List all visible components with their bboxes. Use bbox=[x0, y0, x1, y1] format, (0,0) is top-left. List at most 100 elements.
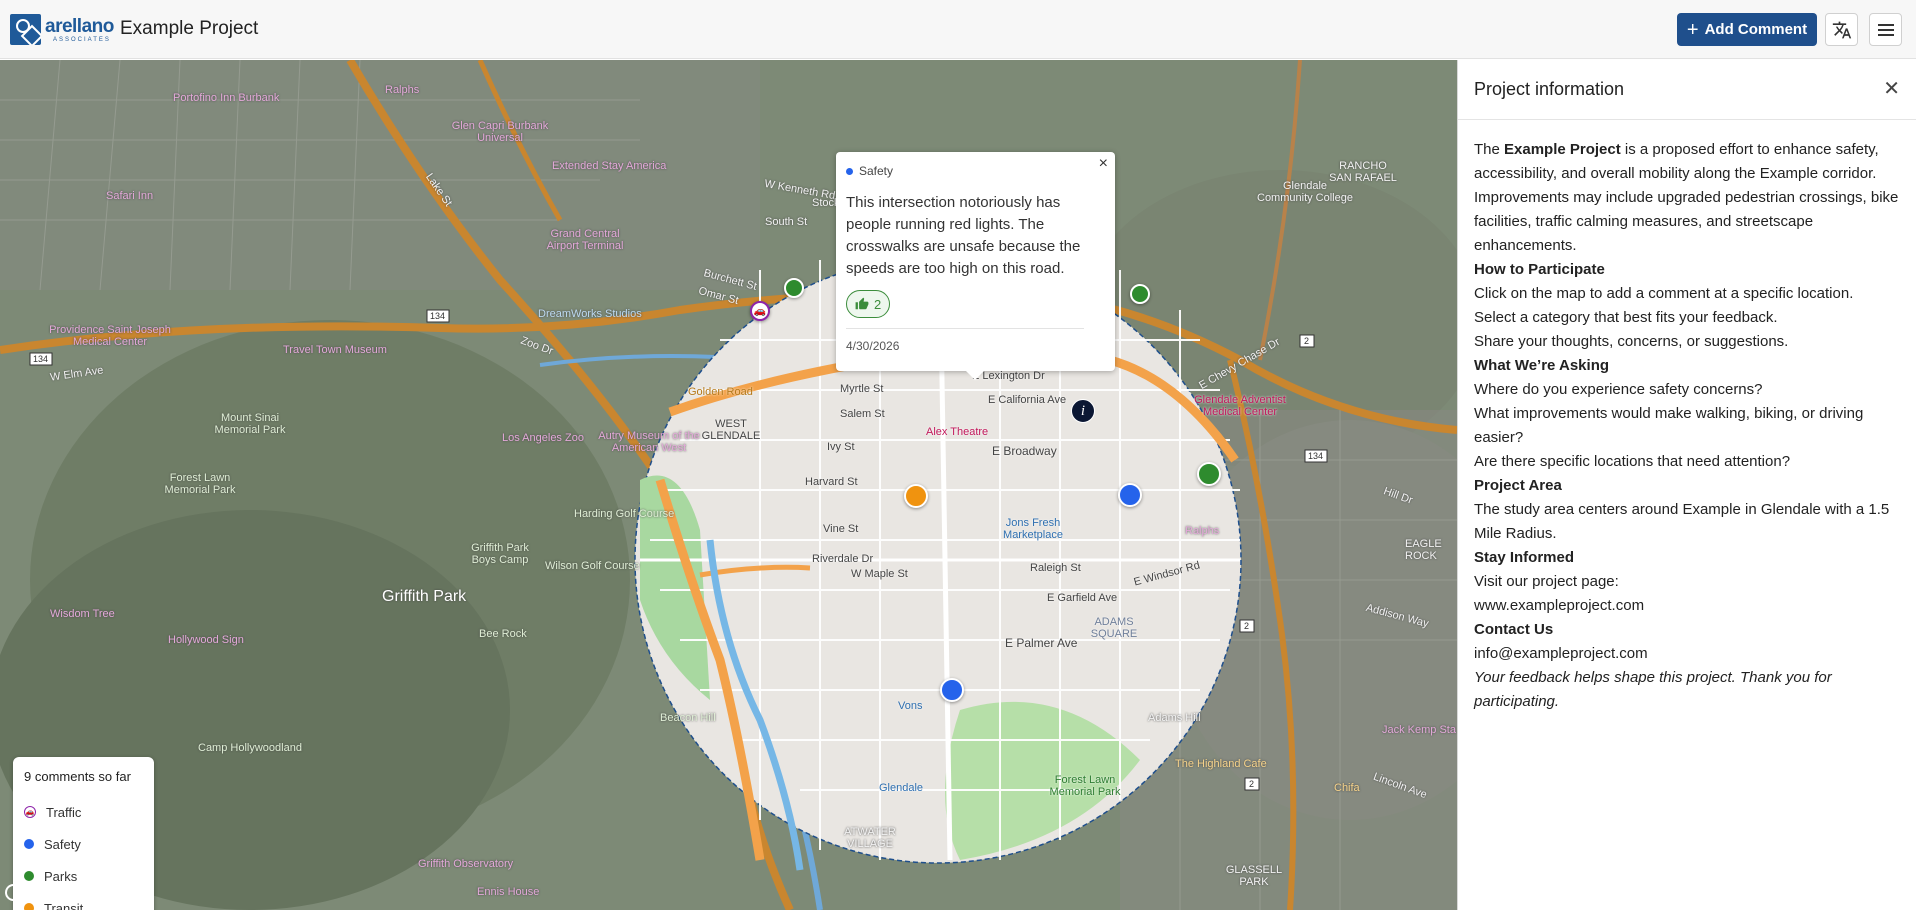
menu-button[interactable] bbox=[1869, 13, 1902, 46]
asking-line: What improvements would make walking, bi… bbox=[1474, 405, 1864, 446]
panel-close-button[interactable]: ✕ bbox=[1883, 79, 1900, 99]
map-label-glendale-adventist: Glendale Adventist Medical Center bbox=[1194, 394, 1286, 418]
safety-dot-icon bbox=[24, 839, 34, 849]
panel-title: Project information bbox=[1474, 79, 1625, 99]
transit-dot-icon bbox=[24, 903, 34, 910]
legend-item-safety: Safety bbox=[24, 828, 143, 860]
map-label-grand-central: Grand Central Airport Terminal bbox=[546, 228, 624, 252]
legend-item-traffic: 🚗 Traffic bbox=[24, 796, 143, 828]
company-logo[interactable]: arellano ASSOCIATES bbox=[10, 14, 114, 45]
safety-dot-icon bbox=[846, 167, 853, 175]
app-header: arellano ASSOCIATES Example Project + Ad… bbox=[0, 0, 1916, 59]
map-label-ralphs-right: Ralphs bbox=[1185, 525, 1220, 537]
area-heading: Project Area bbox=[1474, 477, 1562, 494]
map-label-e-garfield: E Garfield Ave bbox=[1047, 592, 1118, 604]
comment-popup: × Safety This intersection notoriously h… bbox=[836, 152, 1115, 380]
hamburger-menu-icon bbox=[1877, 23, 1894, 36]
map-canvas[interactable]: 134 134 134 2 2 2 Portofino Inn Burbank … bbox=[0, 60, 1457, 910]
asking-heading: What We’re Asking bbox=[1474, 357, 1610, 374]
info-marker-icon[interactable]: i bbox=[1071, 399, 1095, 423]
car-icon: 🚗 bbox=[24, 806, 36, 818]
map-label-vons: Vons bbox=[898, 700, 923, 712]
map-label-rancho: RANCHO SAN RAFAEL bbox=[1329, 160, 1397, 184]
map-label-vine: Vine St bbox=[823, 523, 859, 535]
panel-header: Project information ✕ bbox=[1458, 60, 1916, 120]
map-label-la-zoo: Los Angeles Zoo bbox=[502, 432, 584, 444]
map-label-mount-sinai: Mount Sinai Memorial Park bbox=[214, 412, 286, 436]
translate-icon bbox=[1832, 21, 1851, 38]
map-label-dreamworks: DreamWorks Studios bbox=[538, 308, 642, 320]
map-label-glassell: GLASSELL PARK bbox=[1225, 864, 1283, 888]
map-label-ralphs: Ralphs bbox=[385, 84, 420, 96]
map-label-alex-theatre: Alex Theatre bbox=[926, 426, 989, 438]
map-label-wilson: Wilson Golf Course bbox=[545, 560, 640, 572]
traffic-comment-marker[interactable]: 🚗 bbox=[750, 301, 770, 321]
logo-word: arellano bbox=[45, 15, 114, 37]
popup-category: Safety bbox=[846, 164, 1105, 178]
map-label-jons: Jons Fresh Marketplace bbox=[1003, 517, 1063, 541]
project-info-panel: Project information ✕ The Example Projec… bbox=[1457, 60, 1916, 910]
map-label-autry: Autry Museum of the American West bbox=[598, 430, 700, 454]
legend-label: Traffic bbox=[46, 804, 82, 820]
participate-line: Share your thoughts, concerns, or sugges… bbox=[1474, 333, 1789, 350]
map-label-griffith-observatory: Griffith Observatory bbox=[418, 858, 514, 870]
add-comment-button[interactable]: + Add Comment bbox=[1677, 13, 1817, 46]
closing-note: Your feedback helps shape this project. … bbox=[1474, 669, 1832, 710]
add-comment-label: Add Comment bbox=[1704, 21, 1808, 38]
map-label-eagle-rock: EAGLE ROCK bbox=[1405, 538, 1442, 562]
map-label-riverdale: Riverdale Dr bbox=[812, 553, 874, 565]
contact-email[interactable]: info@exampleproject.com bbox=[1474, 642, 1900, 666]
map-label-griffith-park: Griffith Park bbox=[382, 588, 467, 605]
participate-line: Select a category that best fits your fe… bbox=[1474, 309, 1778, 326]
parks-dot-icon bbox=[24, 871, 34, 881]
map-label-ivy: Ivy St bbox=[827, 441, 855, 453]
map-label-bee-rock: Bee Rock bbox=[479, 628, 527, 640]
participate-heading: How to Participate bbox=[1474, 261, 1605, 278]
map-label-griffith-boys: Griffith Park Boys Camp bbox=[471, 542, 529, 566]
map-label-portofino: Portofino Inn Burbank bbox=[173, 92, 280, 104]
map-label-camp-hollywoodland: Camp Hollywoodland bbox=[198, 742, 302, 754]
project-title: Example Project bbox=[120, 18, 259, 39]
map-label-atwater: ATWATER VILLAGE bbox=[844, 826, 896, 850]
svg-text:134: 134 bbox=[430, 311, 445, 321]
project-page-link[interactable]: www.exampleproject.com bbox=[1474, 594, 1900, 618]
legend-label: Transit bbox=[44, 900, 84, 910]
map-label-golden-road: Golden Road bbox=[688, 386, 753, 398]
map-label-harvard: Harvard St bbox=[805, 476, 858, 488]
parks-comment-marker[interactable] bbox=[784, 278, 804, 298]
popup-close-button[interactable]: × bbox=[1099, 156, 1108, 172]
plus-icon: + bbox=[1686, 18, 1699, 41]
map-label-south-st: South St bbox=[765, 216, 808, 228]
parks-comment-marker[interactable] bbox=[1197, 462, 1221, 486]
map-label-hollywood-sign: Hollywood Sign bbox=[168, 634, 244, 646]
area-text: The study area centers around Example in… bbox=[1474, 501, 1890, 542]
map-label-w-maple: W Maple St bbox=[851, 568, 908, 580]
popup-date: 4/30/2026 bbox=[846, 339, 900, 353]
map-label-myrtle: Myrtle St bbox=[840, 383, 884, 395]
svg-text:2: 2 bbox=[1249, 779, 1254, 789]
map-label-glen-capri: Glen Capri Burbank Universal bbox=[451, 120, 549, 144]
asking-line: Where do you experience safety concerns? bbox=[1474, 381, 1763, 398]
transit-comment-marker[interactable] bbox=[904, 484, 928, 508]
parks-comment-marker[interactable] bbox=[1130, 284, 1150, 304]
map-label-wisdom-tree: Wisdom Tree bbox=[50, 608, 115, 620]
svg-text:134: 134 bbox=[33, 354, 48, 364]
mapbox-attribution[interactable]: mapbox bbox=[5, 884, 84, 901]
logo-subtitle: ASSOCIATES bbox=[53, 36, 111, 43]
map-label-salem: Salem St bbox=[840, 408, 885, 420]
safety-comment-marker[interactable] bbox=[1118, 483, 1142, 507]
thumbs-up-icon bbox=[855, 297, 869, 310]
map-label-beacon-hill: Beacon Hill bbox=[660, 712, 716, 724]
map-label-e-broadway: E Broadway bbox=[992, 444, 1057, 458]
map-label-forest-lawn-east: Forest Lawn Memorial Park bbox=[1049, 774, 1121, 798]
safety-comment-marker[interactable] bbox=[940, 678, 964, 702]
map-label-harding: Harding Golf Course bbox=[574, 508, 675, 520]
legend-label: Parks bbox=[44, 868, 78, 884]
map-label-safari-inn: Safari Inn bbox=[106, 190, 154, 202]
like-button[interactable]: 2 bbox=[846, 290, 891, 318]
translate-button[interactable] bbox=[1825, 13, 1858, 46]
popup-category-label: Safety bbox=[859, 164, 894, 178]
legend-title: 9 comments so far bbox=[24, 769, 131, 784]
informed-line: Visit our project page: bbox=[1474, 573, 1619, 590]
map-label-e-palmer: E Palmer Ave bbox=[1005, 636, 1078, 650]
